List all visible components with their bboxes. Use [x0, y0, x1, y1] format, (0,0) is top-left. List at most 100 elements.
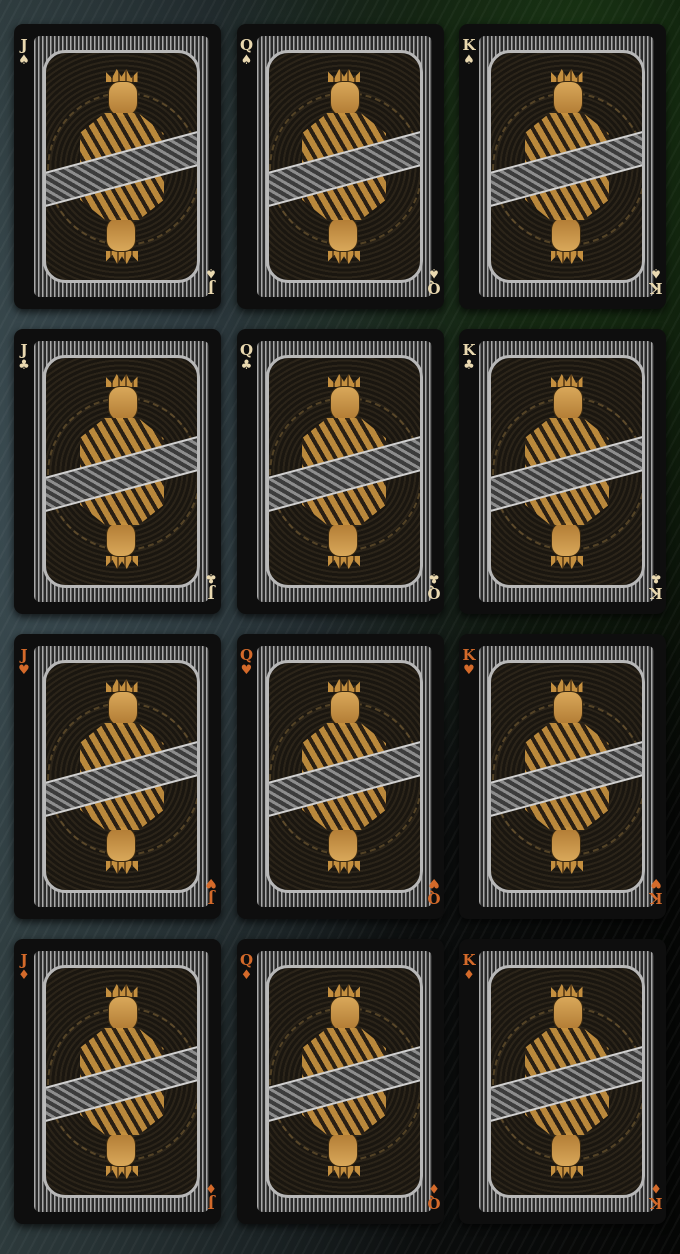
card-face — [256, 646, 432, 907]
card-face — [479, 341, 654, 602]
card-art — [265, 660, 423, 893]
rank-label: K — [649, 584, 663, 602]
card-art — [488, 50, 645, 283]
card-jack-clubs: J ♣ J ♣ — [14, 329, 221, 614]
diamond-icon: ♦ — [240, 968, 253, 983]
card-queen-diamonds: Q ♦ Q ♦ — [236, 939, 444, 1224]
corner-index-top: Q ♦ — [239, 951, 255, 983]
rank-label: Q — [239, 951, 254, 969]
corner-index-bottom: K ♠ — [648, 265, 664, 297]
card-art — [43, 660, 200, 893]
corner-index-top: K ♣ — [461, 341, 477, 373]
corner-index-bottom: K ♥ — [648, 875, 664, 907]
rank-label: Q — [239, 341, 254, 359]
rank-label: Q — [426, 279, 441, 297]
rank-label: J — [20, 36, 28, 54]
card-king-hearts: K ♥ K ♥ — [459, 634, 666, 919]
corner-index-bottom: K ♣ — [648, 570, 664, 602]
heart-icon: ♥ — [18, 663, 30, 678]
card-art — [488, 660, 645, 893]
rank-label: Q — [426, 584, 441, 602]
card-face — [34, 36, 209, 297]
diamond-icon: ♦ — [205, 1180, 217, 1195]
club-icon: ♣ — [240, 358, 253, 373]
card-face — [479, 951, 654, 1212]
card-face — [34, 646, 209, 907]
heart-icon: ♥ — [650, 875, 662, 890]
spade-icon: ♠ — [427, 265, 440, 280]
card-face — [256, 36, 432, 297]
corner-index-top: Q ♠ — [239, 36, 255, 68]
club-icon: ♣ — [18, 358, 30, 373]
corner-index-top: Q ♥ — [239, 646, 255, 678]
card-art — [488, 355, 645, 588]
heart-icon: ♥ — [463, 663, 475, 678]
rank-label: K — [462, 951, 476, 969]
card-jack-hearts: J ♥ J ♥ — [14, 634, 221, 919]
card-face — [479, 646, 654, 907]
corner-index-bottom: Q ♦ — [426, 1180, 442, 1212]
card-face — [256, 341, 432, 602]
card-king-spades: K ♠ K ♠ — [459, 24, 666, 309]
corner-index-bottom: Q ♣ — [426, 570, 442, 602]
corner-index-bottom: J ♥ — [203, 875, 219, 907]
club-icon: ♣ — [205, 570, 217, 585]
corner-index-bottom: Q ♠ — [426, 265, 442, 297]
corner-index-top: J ♦ — [16, 951, 32, 983]
corner-index-top: K ♠ — [461, 36, 477, 68]
card-queen-spades: Q ♠ Q ♠ — [236, 24, 444, 309]
corner-index-top: J ♣ — [16, 341, 32, 373]
card-jack-diamonds: J ♦ J ♦ — [14, 939, 221, 1224]
corner-index-top: Q ♣ — [239, 341, 255, 373]
corner-index-top: K ♥ — [461, 648, 477, 678]
card-face — [34, 951, 209, 1212]
card-art — [43, 50, 200, 283]
rank-label: Q — [239, 646, 254, 664]
rank-label: K — [649, 279, 663, 297]
card-art — [265, 50, 423, 283]
rank-label: J — [20, 951, 28, 969]
club-icon: ♣ — [650, 570, 662, 585]
card-jack-spades: J ♠ J ♠ — [14, 24, 221, 309]
corner-index-top: K ♦ — [461, 951, 477, 983]
heart-icon: ♥ — [205, 875, 217, 890]
rank-label: K — [462, 36, 476, 54]
rank-label: Q — [239, 36, 254, 54]
diamond-icon: ♦ — [463, 968, 475, 983]
card-king-clubs: K ♣ K ♣ — [459, 329, 666, 614]
diamond-icon: ♦ — [427, 1180, 440, 1195]
rank-label: J — [20, 341, 28, 359]
rank-label: J — [207, 279, 215, 297]
corner-index-bottom: J ♣ — [203, 570, 219, 602]
rank-label: J — [207, 584, 215, 602]
diamond-icon: ♦ — [650, 1180, 662, 1195]
club-icon: ♣ — [427, 570, 440, 585]
spade-icon: ♠ — [463, 53, 475, 68]
rank-label: Q — [426, 889, 441, 907]
rank-label: Q — [426, 1194, 441, 1212]
corner-index-bottom: J ♦ — [203, 1180, 219, 1212]
card-queen-clubs: Q ♣ Q ♣ — [236, 329, 444, 614]
spade-icon: ♠ — [205, 265, 217, 280]
card-king-diamonds: K ♦ K ♦ — [459, 939, 666, 1224]
card-art — [43, 965, 200, 1198]
rank-label: J — [207, 1194, 215, 1212]
heart-icon: ♥ — [427, 875, 440, 890]
club-icon: ♣ — [463, 358, 475, 373]
corner-index-top: J ♥ — [16, 646, 32, 678]
corner-index-bottom: Q ♥ — [426, 875, 442, 907]
corner-index-bottom: K ♦ — [648, 1180, 664, 1212]
spade-icon: ♠ — [650, 265, 662, 280]
card-face — [34, 341, 209, 602]
rank-label: J — [20, 646, 28, 664]
rank-label: K — [462, 341, 476, 359]
rank-label: K — [649, 1194, 663, 1212]
card-art — [43, 355, 200, 588]
card-queen-hearts: Q ♥ Q ♥ — [236, 634, 444, 919]
card-face — [256, 951, 432, 1212]
card-grid: J ♠ J ♠ Q ♠ Q ♠ K ♠ K ♠ J ♣ J ♣ Q ♣ Q ♣ … — [14, 24, 666, 1224]
diamond-icon: ♦ — [18, 968, 30, 983]
rank-label: K — [649, 889, 663, 907]
heart-icon: ♥ — [240, 663, 253, 678]
spade-icon: ♠ — [18, 53, 30, 68]
